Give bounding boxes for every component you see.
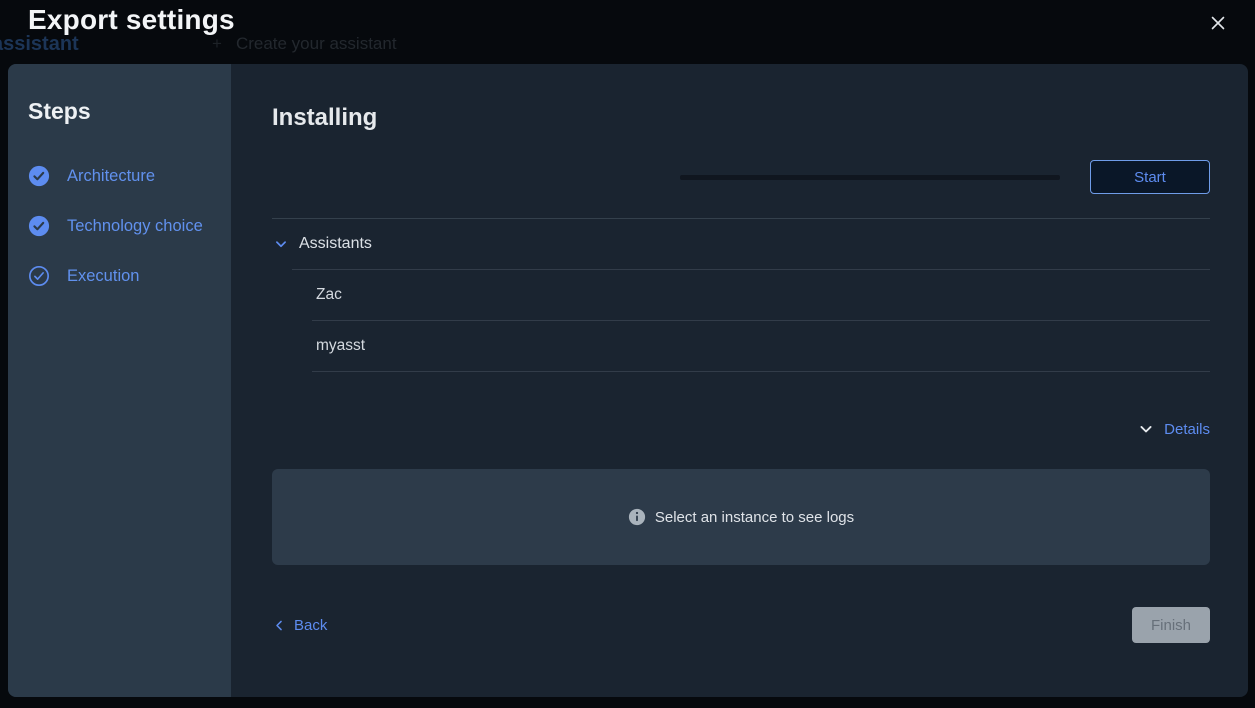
dialog-footer: Back Finish [272, 607, 1210, 643]
finish-button[interactable]: Finish [1132, 607, 1210, 643]
back-button-label: Back [294, 617, 327, 634]
assistant-row-myasst[interactable]: myasst [312, 321, 1210, 372]
plus-icon: + [212, 34, 222, 53]
logs-placeholder-message: Select an instance to see logs [655, 509, 854, 526]
assistant-row-zac[interactable]: Zac [312, 270, 1210, 321]
divider [272, 218, 1210, 219]
chevron-left-icon [272, 618, 287, 633]
assistants-section-label: Assistants [299, 235, 372, 253]
assistants-section-toggle[interactable]: Assistants [272, 231, 1210, 257]
start-button[interactable]: Start [1090, 160, 1210, 194]
page-title: Installing [272, 104, 1210, 132]
step-execution[interactable]: Execution [28, 265, 215, 287]
check-circle-filled-icon [28, 215, 50, 237]
step-label: Technology choice [67, 217, 203, 236]
dialog-main-panel: Installing Start Assistants Zac myasst [231, 64, 1248, 697]
dialog-title: Export settings [28, 4, 235, 36]
step-label: Architecture [67, 167, 155, 186]
step-technology-choice[interactable]: Technology choice [28, 215, 215, 237]
close-icon [1210, 15, 1226, 31]
progress-bar [680, 175, 1060, 180]
chevron-down-icon [1136, 419, 1156, 439]
logs-panel: Select an instance to see logs [272, 469, 1210, 565]
steps-heading: Steps [28, 98, 215, 125]
step-architecture[interactable]: Architecture [28, 165, 215, 187]
chevron-down-icon [272, 235, 290, 253]
details-row: Details [272, 416, 1210, 442]
assistants-list: Zac myasst [292, 269, 1210, 372]
info-icon [628, 508, 646, 526]
back-button[interactable]: Back [272, 617, 327, 634]
steps-sidebar: Steps Architecture Technology choice Exe… [8, 64, 231, 697]
details-link[interactable]: Details [1164, 421, 1210, 438]
start-row: Start [272, 160, 1210, 194]
step-label: Execution [67, 267, 139, 286]
close-button[interactable] [1200, 5, 1236, 41]
screen: assistant + Create your assistant Export … [0, 0, 1255, 708]
background-page-title: + Create your assistant [212, 34, 397, 54]
background-page-title-text: Create your assistant [236, 34, 397, 53]
export-settings-dialog: Steps Architecture Technology choice Exe… [8, 64, 1248, 697]
check-circle-outline-icon [28, 265, 50, 287]
background-brand-text: assistant [0, 33, 79, 56]
check-circle-filled-icon [28, 165, 50, 187]
